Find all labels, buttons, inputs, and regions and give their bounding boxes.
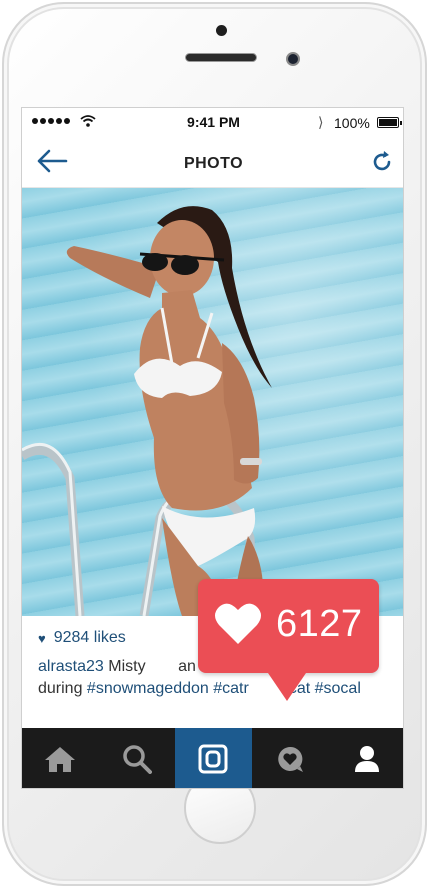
front-camera (286, 52, 300, 66)
tab-profile[interactable] (328, 728, 403, 788)
battery-percent: 100% (334, 115, 370, 131)
heart-small-icon: ♥ (38, 630, 46, 646)
notification-count: 6127 (276, 603, 363, 645)
heart-icon (215, 603, 261, 644)
battery-icon (377, 117, 402, 128)
caption-line2-prefix: during (38, 680, 87, 697)
status-bar: 9:41 PM ⟩ 100% (22, 108, 403, 136)
hashtag-link[interactable]: #snowmageddon (87, 680, 209, 697)
bluetooth-icon: ⟩ (318, 114, 324, 130)
like-notification-bubble[interactable]: 6127 (198, 579, 379, 701)
tab-activity[interactable] (252, 728, 329, 788)
likes-label: 9284 likes (53, 629, 126, 646)
proximity-sensor (216, 25, 227, 36)
photo-illustration (22, 206, 272, 616)
hashtag-link[interactable]: #catr (213, 680, 249, 697)
hashtag-link[interactable]: #socal (315, 680, 361, 697)
tab-camera[interactable] (175, 728, 252, 788)
profile-icon (354, 746, 379, 772)
app-screen: 9:41 PM ⟩ 100% PHOTO ♥ 9284 likes alrast… (21, 107, 404, 789)
tab-search[interactable] (99, 728, 176, 788)
page-title: PHOTO (183, 155, 244, 172)
post-photo[interactable] (22, 188, 403, 616)
activity-icon (278, 746, 304, 772)
search-icon (123, 745, 152, 774)
caption-start: Misty (103, 658, 146, 675)
likes-count[interactable]: ♥ 9284 likes (38, 629, 126, 647)
caption-mid: an (178, 658, 196, 675)
home-icon (45, 747, 76, 772)
refresh-icon[interactable] (370, 150, 394, 174)
tab-bar (22, 728, 403, 788)
camera-icon (198, 744, 228, 774)
navigation-bar: PHOTO (22, 136, 403, 188)
post-username[interactable]: alrasta23 (38, 658, 104, 675)
earpiece-speaker (185, 53, 257, 62)
tab-home[interactable] (22, 728, 99, 788)
